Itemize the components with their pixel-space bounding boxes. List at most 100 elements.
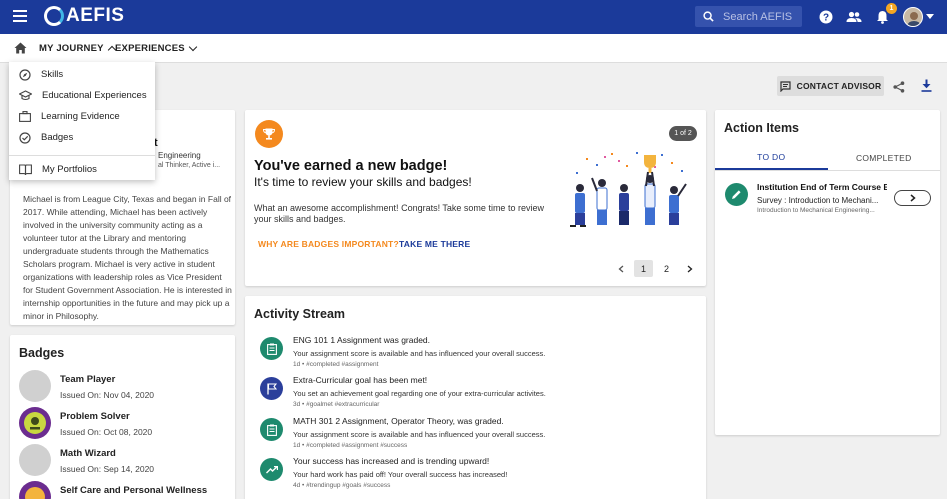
people-icon[interactable] xyxy=(845,8,863,26)
dropdown-item-my-portfolios[interactable]: My Portfolios xyxy=(9,159,155,180)
svg-text:?: ? xyxy=(823,13,829,24)
flag-icon xyxy=(260,377,283,400)
activity-description: Your assignment score is available and h… xyxy=(293,349,546,358)
tab-completed[interactable]: COMPLETED xyxy=(828,145,941,170)
compass-icon xyxy=(19,68,31,81)
badge-item[interactable]: Math Wizard Issued On: Sep 14, 2020 xyxy=(19,444,154,476)
contact-advisor-button[interactable]: CONTACT ADVISOR xyxy=(777,76,884,96)
chevron-down-icon xyxy=(188,42,198,52)
promo-body: What an awesome accomplishment! Congrats… xyxy=(254,203,544,224)
activity-item[interactable]: Extra-Curricular goal has been met! You … xyxy=(260,375,546,408)
promo-pager: 1 2 xyxy=(611,260,703,277)
aefis-logo[interactable]: AEFIS xyxy=(44,5,124,27)
nav-experiences[interactable]: EXPERIENCES xyxy=(115,42,198,54)
hamburger-menu-icon[interactable] xyxy=(13,10,27,22)
badge-item[interactable]: Self Care and Personal Wellness xyxy=(19,481,207,499)
contact-advisor-label: CONTACT ADVISOR xyxy=(796,81,882,91)
celebration-illustration xyxy=(570,152,687,227)
activity-title: Your success has increased and is trendi… xyxy=(293,456,490,466)
badge-name: Math Wizard xyxy=(60,448,116,459)
book-icon xyxy=(19,164,32,175)
action-item[interactable]: Institution End of Term Course E... Surv… xyxy=(715,178,940,218)
pencil-icon xyxy=(725,183,748,206)
chat-icon xyxy=(780,80,791,92)
clipboard-icon xyxy=(260,337,283,360)
dropdown-item-label: Learning Evidence xyxy=(41,111,120,122)
take-me-there-link[interactable]: TAKE ME THERE xyxy=(399,239,470,249)
activity-item[interactable]: MATH 301 2 Assignment, Operator Theory, … xyxy=(260,416,545,449)
activity-title: Extra-Curricular goal has been met! xyxy=(293,375,428,385)
dropdown-item-skills[interactable]: Skills xyxy=(9,64,155,85)
badge-image xyxy=(19,481,51,499)
chevron-right-icon xyxy=(910,194,916,202)
badge-item[interactable]: Problem Solver Issued On: Oct 08, 2020 xyxy=(19,407,152,439)
user-avatar[interactable] xyxy=(903,7,923,27)
problem-solver-badge-icon xyxy=(24,412,46,434)
home-icon[interactable] xyxy=(14,41,27,59)
badge-promo-card: 1 of 2 You've earned a new badge! It's t… xyxy=(245,110,706,286)
badge-image xyxy=(19,407,51,439)
activity-item[interactable]: Your success has increased and is trendi… xyxy=(260,456,507,489)
pager-next-chevron-icon[interactable] xyxy=(680,260,699,277)
profile-traits: al Thinker, Active i... xyxy=(158,162,221,169)
tab-to-do[interactable]: TO DO xyxy=(715,145,828,170)
notifications-bell-icon[interactable]: 1 xyxy=(873,3,897,26)
action-items-card: Action Items TO DO COMPLETED Institution… xyxy=(715,110,940,435)
activity-stream-card: Activity Stream ENG 101 1 Assignment was… xyxy=(245,296,706,499)
dropdown-item-badges[interactable]: Badges xyxy=(9,127,155,148)
activity-title: ENG 101 1 Assignment was graded. xyxy=(293,335,431,345)
badge-item[interactable]: Team Player Issued On: Nov 04, 2020 xyxy=(19,370,154,402)
badge-date: Issued On: Sep 14, 2020 xyxy=(60,464,155,474)
clipboard-icon xyxy=(260,418,283,441)
my-journey-dropdown: Skills Educational Experiences Learning … xyxy=(9,62,155,180)
search-input[interactable] xyxy=(723,10,798,23)
help-icon[interactable]: ? xyxy=(817,8,835,26)
top-app-bar: AEFIS ? 1 xyxy=(0,0,947,34)
graduation-cap-icon xyxy=(19,90,32,101)
activity-title: MATH 301 2 Assignment, Operator Theory, … xyxy=(293,416,504,426)
download-icon[interactable] xyxy=(921,79,932,97)
nav-experiences-label: EXPERIENCES xyxy=(115,43,185,54)
badge-name: Self Care and Personal Wellness xyxy=(60,485,208,496)
dropdown-item-learning-evidence[interactable]: Learning Evidence xyxy=(9,106,155,127)
wellness-badge-icon xyxy=(25,487,45,499)
activity-meta: 1d • #completed #assignment xyxy=(293,361,379,368)
badge-date: Issued On: Nov 04, 2020 xyxy=(60,390,155,400)
notification-count-badge: 1 xyxy=(886,3,897,14)
action-item-open-button[interactable] xyxy=(894,190,931,206)
logo-mark-icon xyxy=(44,6,64,26)
dropdown-item-label: Skills xyxy=(41,69,64,80)
trophy-icon xyxy=(255,120,283,148)
promo-title: You've earned a new badge! xyxy=(254,158,448,174)
activity-description: You set an achievement goal regarding on… xyxy=(293,389,546,398)
badge-date: Issued On: Oct 08, 2020 xyxy=(60,427,153,437)
nav-my-journey-label: MY JOURNEY xyxy=(39,43,104,54)
search-icon xyxy=(703,11,714,22)
dropdown-item-educational-experiences[interactable]: Educational Experiences xyxy=(9,85,155,106)
nav-my-journey[interactable]: MY JOURNEY xyxy=(39,43,116,55)
dropdown-item-label: Badges xyxy=(41,132,74,143)
logo-text: AEFIS xyxy=(66,5,125,26)
pager-page-button[interactable]: 1 xyxy=(634,260,653,277)
pager-prev-chevron-icon[interactable] xyxy=(611,260,630,277)
action-item-title: Institution End of Term Course E... xyxy=(757,182,887,192)
dropdown-divider xyxy=(9,155,155,156)
activity-item[interactable]: ENG 101 1 Assignment was graded. Your as… xyxy=(260,335,545,368)
promo-subtitle: It's time to review your skills and badg… xyxy=(254,175,472,189)
search-box[interactable] xyxy=(695,6,802,27)
check-badge-icon xyxy=(19,131,31,144)
activity-meta: 4d • #trendingup #goals #success xyxy=(293,482,391,489)
share-icon[interactable] xyxy=(893,80,905,98)
action-item-meta: Introduction to Mechanical Engineering..… xyxy=(757,207,875,214)
badge-image xyxy=(19,370,51,402)
trending-up-icon xyxy=(260,458,283,481)
profile-bio: Michael is from League City, Texas and b… xyxy=(23,194,232,321)
avatar-menu-caret-icon[interactable] xyxy=(926,14,934,19)
why-badges-important-link[interactable]: WHY ARE BADGES IMPORTANT? xyxy=(258,239,399,249)
activity-description: Your hard work has paid off! Your overal… xyxy=(293,470,508,479)
activity-meta: 3d • #goalmet #extracurricular xyxy=(293,401,380,408)
dropdown-item-label: My Portfolios xyxy=(42,164,97,175)
activity-description: Your assignment score is available and h… xyxy=(293,430,546,439)
pager-page-button[interactable]: 2 xyxy=(657,260,676,277)
activity-stream-title: Activity Stream xyxy=(254,307,346,321)
